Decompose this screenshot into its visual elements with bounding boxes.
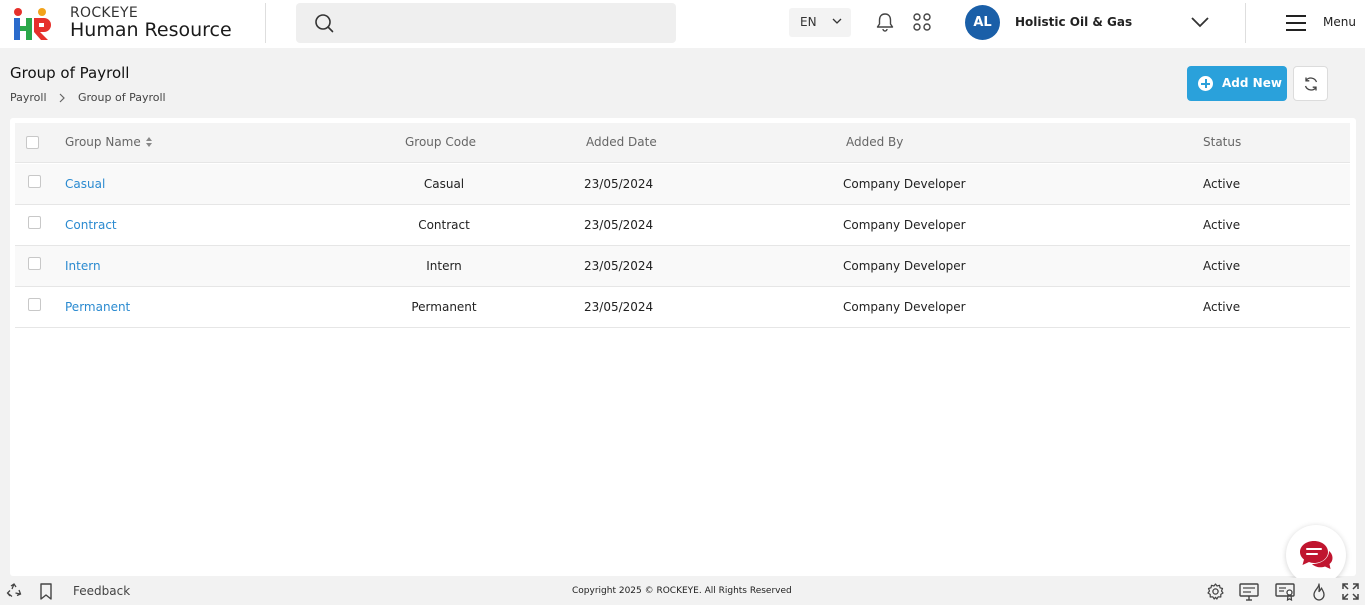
bookmark-icon[interactable] xyxy=(39,583,53,600)
group-name-link[interactable]: Contract xyxy=(65,218,117,232)
group-code-cell: Casual xyxy=(423,177,465,191)
chat-button[interactable] xyxy=(1286,525,1346,585)
table-row: Casual Casual 23/05/2024 Company Develop… xyxy=(15,164,1350,205)
group-name-link[interactable]: Intern xyxy=(65,259,101,273)
row-checkbox[interactable] xyxy=(28,298,41,311)
chevron-down-icon[interactable] xyxy=(1190,14,1210,30)
select-all-checkbox[interactable] xyxy=(26,136,39,149)
fire-icon[interactable] xyxy=(1312,583,1326,601)
group-name-link[interactable]: Casual xyxy=(65,177,105,191)
column-header-group-name[interactable]: Group Name xyxy=(65,135,141,149)
top-header: ROCKEYE Human Resource EN AL Holistic Oi… xyxy=(0,0,1365,48)
hr-logo-icon[interactable] xyxy=(12,7,52,41)
row-checkbox[interactable] xyxy=(28,175,41,188)
table-header: Group Name Group Code Added Date Added B… xyxy=(15,123,1350,163)
chevron-right-icon xyxy=(59,93,65,103)
group-name-link[interactable]: Permanent xyxy=(65,300,130,314)
add-new-button[interactable]: Add New xyxy=(1187,66,1287,101)
group-code-cell: Permanent xyxy=(411,300,477,314)
status-cell: Active xyxy=(1203,177,1241,191)
search-input[interactable] xyxy=(296,3,676,43)
brand-product: Human Resource xyxy=(70,19,232,41)
header-divider xyxy=(265,3,266,43)
plus-circle-icon xyxy=(1198,76,1213,91)
page-title: Group of Payroll xyxy=(10,64,130,82)
column-header-status: Status xyxy=(1203,135,1242,149)
added-by-cell: Company Developer xyxy=(843,177,966,191)
recycle-icon[interactable] xyxy=(6,583,22,599)
search-icon xyxy=(315,14,334,33)
language-select[interactable]: EN xyxy=(789,8,851,37)
breadcrumb-current: Group of Payroll xyxy=(78,91,166,104)
status-cell: Active xyxy=(1203,218,1241,232)
group-code-cell: Intern xyxy=(426,259,462,273)
column-header-added-by: Added By xyxy=(846,135,904,149)
table-row: Intern Intern 23/05/2024 Company Develop… xyxy=(15,246,1350,287)
chevron-down-icon xyxy=(832,18,842,24)
payroll-groups-table: Group Name Group Code Added Date Added B… xyxy=(10,118,1356,576)
gear-icon[interactable] xyxy=(1207,583,1224,600)
group-code-cell: Contract xyxy=(418,218,470,232)
feedback-link[interactable]: Feedback xyxy=(73,584,130,598)
breadcrumb-item[interactable]: Payroll xyxy=(10,91,47,104)
column-header-added-date: Added Date xyxy=(586,135,657,149)
added-date-cell: 23/05/2024 xyxy=(584,177,654,191)
added-date-cell: 23/05/2024 xyxy=(584,259,654,273)
column-header-group-code: Group Code xyxy=(405,135,477,149)
sort-icon[interactable] xyxy=(145,136,153,148)
apps-grid-icon[interactable] xyxy=(913,13,931,31)
added-by-cell: Company Developer xyxy=(843,259,966,273)
add-new-label: Add New xyxy=(1222,76,1282,90)
chat-icon xyxy=(1300,541,1333,569)
header-divider xyxy=(1245,3,1246,43)
monitor-icon[interactable] xyxy=(1239,583,1259,601)
added-by-cell: Company Developer xyxy=(843,300,966,314)
company-name[interactable]: Holistic Oil & Gas xyxy=(1015,15,1132,29)
language-code: EN xyxy=(800,15,817,29)
footer: Feedback Copyright 2025 © ROCKEYE. All R… xyxy=(0,578,1365,605)
menu-label[interactable]: Menu xyxy=(1323,15,1356,29)
hamburger-icon[interactable] xyxy=(1285,14,1307,32)
status-cell: Active xyxy=(1203,259,1241,273)
refresh-icon xyxy=(1304,77,1318,91)
certificate-icon[interactable] xyxy=(1275,583,1295,601)
refresh-button[interactable] xyxy=(1293,66,1328,101)
bell-icon[interactable] xyxy=(876,12,894,32)
status-cell: Active xyxy=(1203,300,1241,314)
row-checkbox[interactable] xyxy=(28,216,41,229)
copyright-text: Copyright 2025 © ROCKEYE. All Rights Res… xyxy=(572,586,792,596)
added-date-cell: 23/05/2024 xyxy=(584,300,654,314)
added-date-cell: 23/05/2024 xyxy=(584,218,654,232)
fullscreen-icon[interactable] xyxy=(1342,583,1359,600)
table-row: Contract Contract 23/05/2024 Company Dev… xyxy=(15,205,1350,246)
added-by-cell: Company Developer xyxy=(843,218,966,232)
table-row: Permanent Permanent 23/05/2024 Company D… xyxy=(15,287,1350,328)
avatar[interactable]: AL xyxy=(965,5,1000,40)
row-checkbox[interactable] xyxy=(28,257,41,270)
